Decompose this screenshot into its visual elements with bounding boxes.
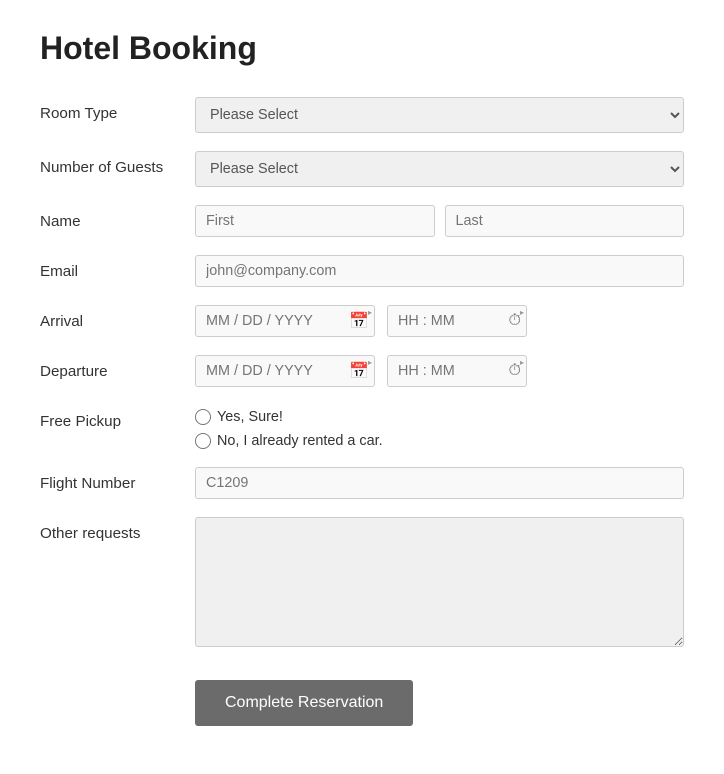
- pickup-no-radio[interactable]: [195, 433, 211, 449]
- arrival-time-input[interactable]: [387, 305, 527, 337]
- pickup-no-option[interactable]: No, I already rented a car.: [195, 433, 684, 449]
- flight-number-input[interactable]: [195, 467, 684, 499]
- first-name-input[interactable]: [195, 205, 435, 237]
- departure-row: Departure 📅 ▸ ⏱ ▸: [40, 355, 684, 387]
- complete-reservation-button[interactable]: Complete Reservation: [195, 680, 413, 726]
- num-guests-row: Number of Guests Please Select12345+: [40, 151, 684, 187]
- departure-calendar-icon: 📅: [349, 361, 369, 381]
- arrival-row: Arrival 📅 ▸ ⏱ ▸: [40, 305, 684, 337]
- pickup-yes-option[interactable]: Yes, Sure!: [195, 409, 684, 425]
- departure-date-arrow: ▸: [368, 358, 372, 367]
- flight-number-label: Flight Number: [40, 467, 195, 492]
- flight-number-row: Flight Number: [40, 467, 684, 499]
- last-name-input[interactable]: [445, 205, 685, 237]
- email-input[interactable]: [195, 255, 684, 287]
- arrival-date-arrow: ▸: [368, 308, 372, 317]
- submit-spacer: [40, 670, 195, 678]
- flight-number-wrapper: [195, 467, 684, 499]
- departure-date-input[interactable]: [195, 355, 375, 387]
- departure-wrapper: 📅 ▸ ⏱ ▸: [195, 355, 684, 387]
- arrival-label: Arrival: [40, 305, 195, 330]
- name-wrapper: [195, 205, 684, 237]
- num-guests-label: Number of Guests: [40, 151, 195, 176]
- pickup-radio-group: Yes, Sure! No, I already rented a car.: [195, 405, 684, 449]
- page-title: Hotel Booking: [40, 30, 684, 67]
- other-requests-textarea[interactable]: [195, 517, 684, 647]
- arrival-time-arrow: ▸: [520, 308, 524, 317]
- email-wrapper: [195, 255, 684, 287]
- departure-time-arrow: ▸: [520, 358, 524, 367]
- free-pickup-wrapper: Yes, Sure! No, I already rented a car.: [195, 405, 684, 449]
- pickup-no-label: No, I already rented a car.: [217, 433, 383, 449]
- free-pickup-row: Free Pickup Yes, Sure! No, I already ren…: [40, 405, 684, 449]
- departure-time-input[interactable]: [387, 355, 527, 387]
- other-requests-wrapper: [195, 517, 684, 652]
- name-label: Name: [40, 205, 195, 230]
- room-type-select[interactable]: Please SelectSingleDoubleSuiteDeluxe: [195, 97, 684, 133]
- pickup-yes-label: Yes, Sure!: [217, 409, 283, 425]
- num-guests-wrapper: Please Select12345+: [195, 151, 684, 187]
- arrival-date-input[interactable]: [195, 305, 375, 337]
- other-requests-label: Other requests: [40, 517, 195, 542]
- email-label: Email: [40, 255, 195, 280]
- free-pickup-label: Free Pickup: [40, 405, 195, 430]
- room-type-wrapper: Please SelectSingleDoubleSuiteDeluxe: [195, 97, 684, 133]
- arrival-wrapper: 📅 ▸ ⏱ ▸: [195, 305, 684, 337]
- pickup-yes-radio[interactable]: [195, 409, 211, 425]
- submit-row: Complete Reservation: [40, 670, 684, 726]
- num-guests-select[interactable]: Please Select12345+: [195, 151, 684, 187]
- email-row: Email: [40, 255, 684, 287]
- room-type-row: Room Type Please SelectSingleDoubleSuite…: [40, 97, 684, 133]
- departure-label: Departure: [40, 355, 195, 380]
- room-type-label: Room Type: [40, 97, 195, 122]
- arrival-calendar-icon: 📅: [349, 311, 369, 331]
- other-requests-row: Other requests: [40, 517, 684, 652]
- name-row: Name: [40, 205, 684, 237]
- submit-wrapper: Complete Reservation: [195, 670, 684, 726]
